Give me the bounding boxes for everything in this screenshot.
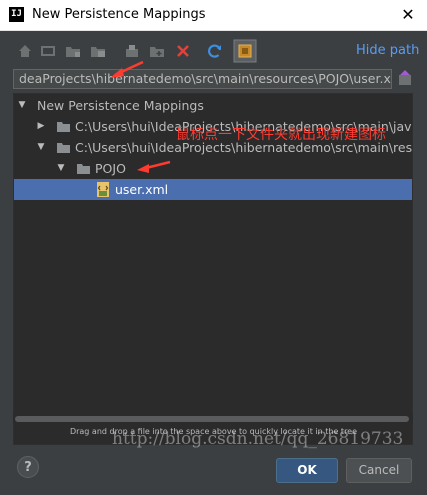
tree-item-label: user.xml <box>115 182 169 197</box>
horizontal-scrollbar[interactable] <box>13 414 413 424</box>
tree-item-label: New Persistence Mappings <box>37 98 204 113</box>
tree-root-row[interactable]: ▼ New Persistence Mappings <box>14 95 412 116</box>
new-file-icon[interactable] <box>147 41 167 61</box>
desktop-icon[interactable] <box>38 41 58 61</box>
path-input[interactable]: deaProjects\hibernatedemo\src\main\resou… <box>13 69 392 89</box>
xml-file-icon <box>97 182 109 197</box>
window-title: New Persistence Mappings <box>32 7 206 22</box>
close-window-button[interactable]: ✕ <box>393 2 423 28</box>
cancel-button[interactable]: Cancel <box>346 458 412 483</box>
collapse-arrow-icon[interactable]: ▶ <box>36 116 46 137</box>
expand-arrow-icon[interactable]: ▼ <box>17 95 27 116</box>
module-folder-icon[interactable] <box>88 41 108 61</box>
home-icon[interactable] <box>15 41 35 61</box>
drag-drop-hint: Drag and drop a file into the space abov… <box>69 427 358 436</box>
project-folder-icon[interactable] <box>63 41 83 61</box>
scrollbar-thumb[interactable] <box>15 416 409 422</box>
expand-arrow-icon[interactable]: ▼ <box>56 158 66 179</box>
tree-row-user-xml[interactable]: user.xml <box>14 179 412 200</box>
browse-path-icon[interactable] <box>397 69 413 87</box>
dialog-body: Hide path deaProjects\hibernatedemo\src\… <box>0 31 427 495</box>
annotation-text: 鼠标点一下文件夹就出现新建图标 <box>176 127 386 143</box>
ok-button[interactable]: OK <box>276 458 338 483</box>
title-bar: IJ New Persistence Mappings ✕ <box>0 0 427 31</box>
tree-row-pojo[interactable]: ▼ POJO <box>14 158 412 179</box>
refresh-icon[interactable] <box>205 41 225 61</box>
delete-icon[interactable] <box>173 41 193 61</box>
folder-icon <box>57 122 70 132</box>
folder-icon <box>77 164 90 174</box>
expand-arrow-icon[interactable]: ▼ <box>36 137 46 158</box>
tree-item-label: POJO <box>95 161 126 176</box>
help-button[interactable]: ? <box>17 456 39 478</box>
file-tree[interactable]: ▼ New Persistence Mappings ▶ C:\Users\hu… <box>13 93 413 445</box>
folder-icon <box>57 143 70 153</box>
show-hidden-icon[interactable] <box>233 39 257 63</box>
new-folder-icon[interactable] <box>122 41 142 61</box>
intellij-logo: IJ <box>9 7 24 22</box>
hide-path-link[interactable]: Hide path <box>356 43 419 58</box>
